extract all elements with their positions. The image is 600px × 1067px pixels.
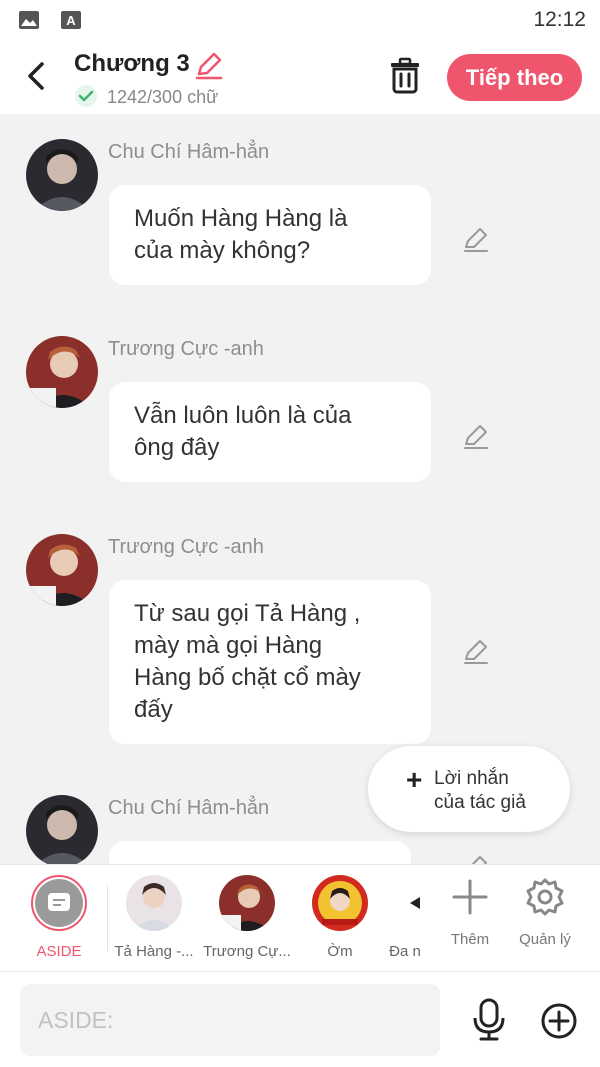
add-label: Thêm [450, 931, 490, 948]
pencil-icon[interactable] [462, 227, 490, 253]
chat-bubble-icon [48, 893, 70, 911]
author-note-button[interactable]: + Lời nhắn của tác giả [368, 746, 570, 832]
image-icon [19, 11, 39, 29]
chapter-title[interactable]: Chương 3 [74, 50, 190, 78]
plus-icon [452, 879, 488, 915]
gear-icon [526, 878, 564, 916]
message-line: đấy [134, 696, 173, 723]
sender-name: Trương Cực -anh [108, 536, 264, 558]
avatar [219, 875, 275, 931]
aside-avatar [35, 879, 83, 927]
character-name: Ờm [327, 943, 353, 960]
microphone-icon[interactable] [470, 998, 508, 1042]
message-line: Muốn Hàng Hàng là [134, 205, 348, 232]
pencil-icon[interactable] [194, 52, 224, 80]
avatar[interactable] [26, 139, 98, 211]
character-bar: ASIDE Tả Hàng -... Trương Cự... Ờm Đa n … [0, 864, 600, 971]
sender-name: Trương Cực -anh [108, 338, 264, 360]
character-name: ASIDE [36, 943, 82, 960]
avatar [312, 875, 368, 931]
message-line: Hàng bố chặt cổ mày [134, 664, 361, 691]
check-circle-icon [75, 85, 97, 107]
pencil-icon[interactable] [462, 639, 490, 665]
message-line: của mày không? [134, 237, 311, 264]
message-bubble[interactable]: Từ sau gọi Tả Hàng , mày mà gọi Hàng Hàn… [109, 580, 431, 744]
svg-text:A: A [66, 13, 76, 28]
manage-button[interactable]: Quản lý [505, 865, 585, 972]
message-bubble[interactable]: Vẫn luôn luôn là của ông đây [109, 382, 431, 482]
character-item[interactable]: Tả Hàng -... [108, 865, 200, 972]
next-button[interactable]: Tiếp theo [447, 54, 582, 101]
character-item[interactable]: Ờm [294, 865, 386, 972]
sender-name: Chu Chí Hâm-hẳn [108, 141, 270, 163]
message-bubble[interactable] [109, 841, 411, 864]
message-line: Vẫn luôn luôn là của [134, 402, 352, 429]
status-bar: A 12:12 [0, 0, 600, 42]
message-line: Từ sau gọi Tả Hàng , [134, 600, 361, 627]
message-input[interactable] [20, 984, 440, 1056]
message-line: ông đây [134, 434, 220, 461]
word-count: 1242/300 chữ [107, 87, 219, 107]
plus-icon: + [406, 764, 423, 795]
back-arrow-icon[interactable] [18, 56, 54, 96]
manage-label: Quản lý [519, 931, 571, 948]
message-line: mày mà gọi Hàng [134, 632, 323, 659]
author-note-label: của tác giả [434, 792, 526, 813]
character-name: Tả Hàng -... [114, 943, 194, 960]
add-character-button[interactable]: Thêm [430, 865, 510, 972]
pencil-icon[interactable] [462, 424, 490, 450]
add-circle-icon[interactable] [540, 1002, 578, 1040]
clock: 12:12 [533, 8, 586, 31]
character-item[interactable]: Trương Cự... [201, 865, 293, 972]
character-item[interactable]: Đa n [388, 865, 422, 972]
character-name: Đa n [389, 943, 421, 960]
avatar[interactable] [26, 534, 98, 606]
author-note-label: Lời nhắn [434, 768, 509, 789]
character-aside[interactable]: ASIDE [0, 865, 118, 972]
trash-icon[interactable] [386, 56, 424, 96]
avatar [126, 875, 182, 931]
composer-bar [0, 971, 600, 1067]
avatar [406, 875, 422, 931]
text-a-icon: A [61, 11, 81, 29]
pencil-icon[interactable] [462, 855, 490, 864]
avatar[interactable] [26, 795, 98, 864]
sender-name: Chu Chí Hâm-hẳn [108, 797, 270, 819]
message-bubble[interactable]: Muốn Hàng Hàng là của mày không? [109, 185, 431, 285]
character-name: Trương Cự... [203, 943, 291, 960]
header: Chương 3 1242/300 chữ Tiếp theo [0, 42, 600, 114]
avatar[interactable] [26, 336, 98, 408]
